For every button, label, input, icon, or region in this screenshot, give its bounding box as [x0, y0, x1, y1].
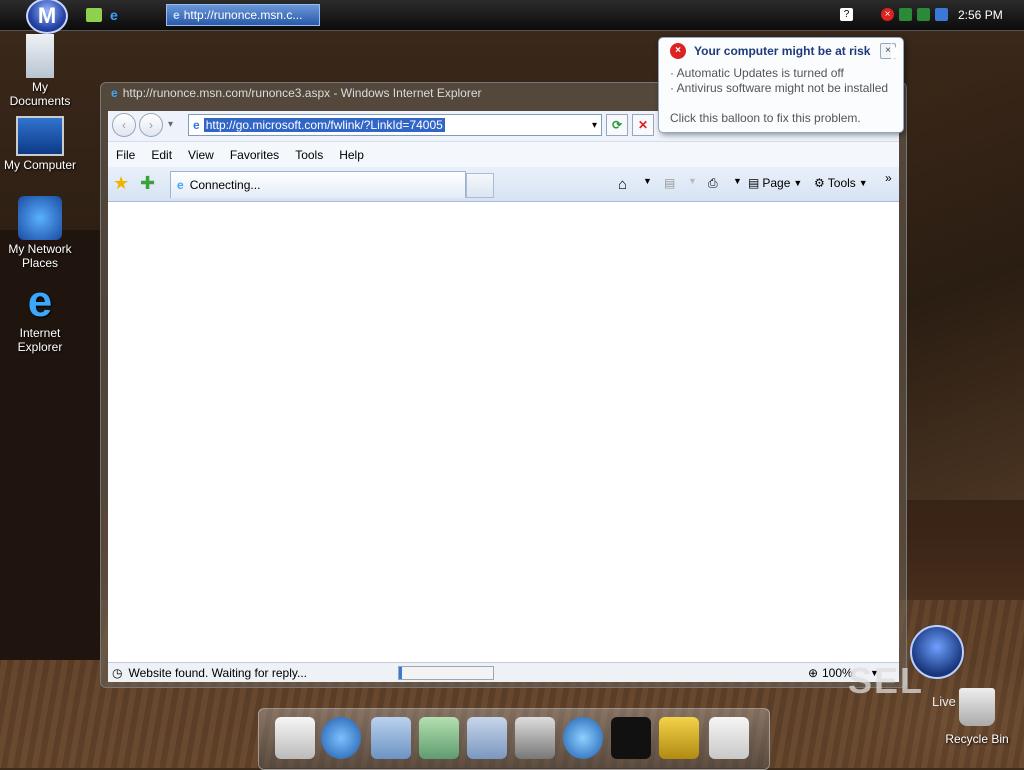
menu-help[interactable]: Help: [331, 148, 372, 162]
settings-tools-icon[interactable]: [659, 717, 699, 759]
page-menu-button[interactable]: ▤ Page ▼: [748, 176, 802, 190]
tab-label: Connecting...: [189, 178, 261, 192]
ie-icon: e: [173, 8, 180, 22]
balloon-line-updates: · Automatic Updates is turned off: [670, 66, 844, 80]
menu-view[interactable]: View: [180, 148, 222, 162]
menu-file[interactable]: File: [108, 148, 143, 162]
new-tab-button[interactable]: [466, 173, 494, 198]
globe-mail-icon[interactable]: [321, 717, 361, 759]
window-title: e http://runonce.msn.com/runonce3.aspx -…: [111, 86, 482, 100]
taskbar-clock[interactable]: 2:56 PM: [958, 8, 1003, 22]
tray-app-icon[interactable]: [935, 8, 948, 21]
security-shield-icon: ×: [670, 43, 686, 59]
dock: [258, 708, 770, 770]
ie-window: e http://runonce.msn.com/runonce3.aspx -…: [100, 82, 907, 688]
page-content[interactable]: [108, 202, 899, 662]
taskbar-button-label: http://runonce.msn.c...: [183, 8, 303, 22]
chevron-down-icon: ▼: [858, 178, 868, 188]
desktop-icon-my-network-places[interactable]: My Network Places: [0, 196, 80, 270]
feeds-icon[interactable]: ▤: [664, 176, 675, 190]
page-menu-label: Page: [762, 176, 791, 190]
tab-bar: ★ ✚ e Connecting... ⌂ ▼ ▤ ▼ ⎙ ▼ ▤ Page ▼…: [108, 167, 899, 202]
tab-connecting[interactable]: e Connecting...: [170, 171, 466, 198]
documents-icon: [26, 34, 54, 78]
address-input[interactable]: http://go.microsoft.com/fwlink/?LinkId=7…: [203, 118, 445, 132]
back-button[interactable]: ‹: [112, 113, 136, 137]
wallpaper-bridge: [905, 70, 1024, 500]
progress-bar: [398, 666, 494, 680]
show-desktop-icon[interactable]: [86, 8, 102, 22]
network-icon[interactable]: [899, 8, 912, 21]
tools-icon[interactable]: [515, 717, 555, 759]
menu-tools[interactable]: Tools: [287, 148, 331, 162]
forward-button[interactable]: ›: [139, 113, 163, 137]
desktop-icon-label: Internet Explorer: [17, 326, 63, 354]
favorites-star-icon[interactable]: ★: [113, 173, 129, 194]
chevron-down-icon: ▼: [793, 178, 803, 188]
page-icon: e: [193, 118, 200, 132]
security-balloon[interactable]: × Your computer might be at risk × · Aut…: [658, 37, 904, 133]
feeds-dropdown-icon[interactable]: ▼: [688, 176, 697, 186]
menu-favorites[interactable]: Favorites: [222, 148, 287, 162]
taskbar-button-ie[interactable]: e http://runonce.msn.c...: [166, 4, 320, 26]
desktop-icon-label: My Documents: [9, 80, 71, 108]
balloon-title: Your computer might be at risk: [694, 44, 871, 58]
desktop-icon-label: Recycle Bin: [945, 732, 1009, 746]
address-bar[interactable]: e http://go.microsoft.com/fwlink/?LinkId…: [188, 114, 602, 136]
stop-button[interactable]: ✕: [632, 114, 654, 136]
folder-icon[interactable]: [371, 717, 411, 759]
refresh-button[interactable]: ⟳: [606, 114, 628, 136]
loading-clock-icon: ◷: [112, 665, 123, 680]
status-text: Website found. Waiting for reply...: [128, 665, 308, 680]
address-dropdown-icon[interactable]: ▾: [592, 120, 597, 131]
recycle-bin-icon: [959, 688, 995, 726]
notes-icon[interactable]: [275, 717, 315, 759]
desktop-icon-label: My Computer: [3, 158, 77, 172]
balloon-line-antivirus: · Antivirus software might not be instal…: [670, 81, 889, 95]
taskbar: M e e http://runonce.msn.c... ? × 2:56 P…: [0, 0, 1024, 34]
security-alert-icon[interactable]: ×: [881, 8, 894, 21]
browser-globe-icon[interactable]: [563, 717, 603, 759]
home-dropdown-icon[interactable]: ▼: [643, 176, 652, 186]
recent-pages-dropdown[interactable]: ▾: [168, 119, 173, 130]
tools-menu-button[interactable]: ⚙ Tools ▼: [814, 176, 868, 190]
ie-icon: e: [27, 277, 53, 326]
window-title-text: http://runonce.msn.com/runonce3.aspx - W…: [122, 86, 482, 100]
desktop-icon-my-computer[interactable]: My Computer: [0, 116, 80, 172]
ie-quicklaunch-icon[interactable]: e: [110, 8, 126, 22]
progress-fill: [399, 667, 402, 679]
balloon-action: Click this balloon to fix this problem.: [670, 111, 861, 125]
status-bar: ◷ Website found. Waiting for reply... ⊕ …: [108, 662, 899, 682]
zoom-icon[interactable]: ⊕: [808, 666, 818, 680]
recycle-bin-dock-icon[interactable]: [709, 717, 749, 759]
toolbar-overflow-icon[interactable]: »: [885, 171, 892, 185]
add-favorite-icon[interactable]: ✚: [140, 173, 155, 194]
desktop-icon-internet-explorer[interactable]: e Internet Explorer: [0, 277, 80, 355]
start-button[interactable]: M: [26, 0, 68, 34]
tshirt-icon[interactable]: [611, 717, 651, 759]
home-icon[interactable]: ⌂: [618, 176, 627, 193]
print-icon[interactable]: ⎙: [708, 176, 718, 191]
menu-edit[interactable]: Edit: [143, 148, 180, 162]
desktop-icon-recycle-bin[interactable]: Recycle Bin: [940, 688, 1014, 746]
menu-bar: File Edit View Favorites Tools Help: [108, 141, 899, 168]
computer-icon: [16, 116, 64, 156]
desktop-icon-label: My Network Places: [8, 242, 72, 270]
desktop-icon-my-documents[interactable]: My Documents: [0, 34, 80, 108]
help-icon[interactable]: ?: [840, 8, 853, 21]
brand-logo-text: SEL: [848, 660, 925, 701]
page-icon: ▤: [748, 176, 760, 190]
tools-menu-label: Tools: [827, 176, 856, 190]
gear-icon: ⚙: [814, 176, 825, 190]
ie-icon: e: [111, 86, 118, 100]
volume-icon[interactable]: [917, 8, 930, 21]
pictures-folder-icon[interactable]: [467, 717, 507, 759]
music-folder-icon[interactable]: [419, 717, 459, 759]
network-places-icon: [18, 196, 62, 240]
ie-icon: e: [177, 178, 184, 192]
print-dropdown-icon[interactable]: ▼: [733, 176, 742, 186]
